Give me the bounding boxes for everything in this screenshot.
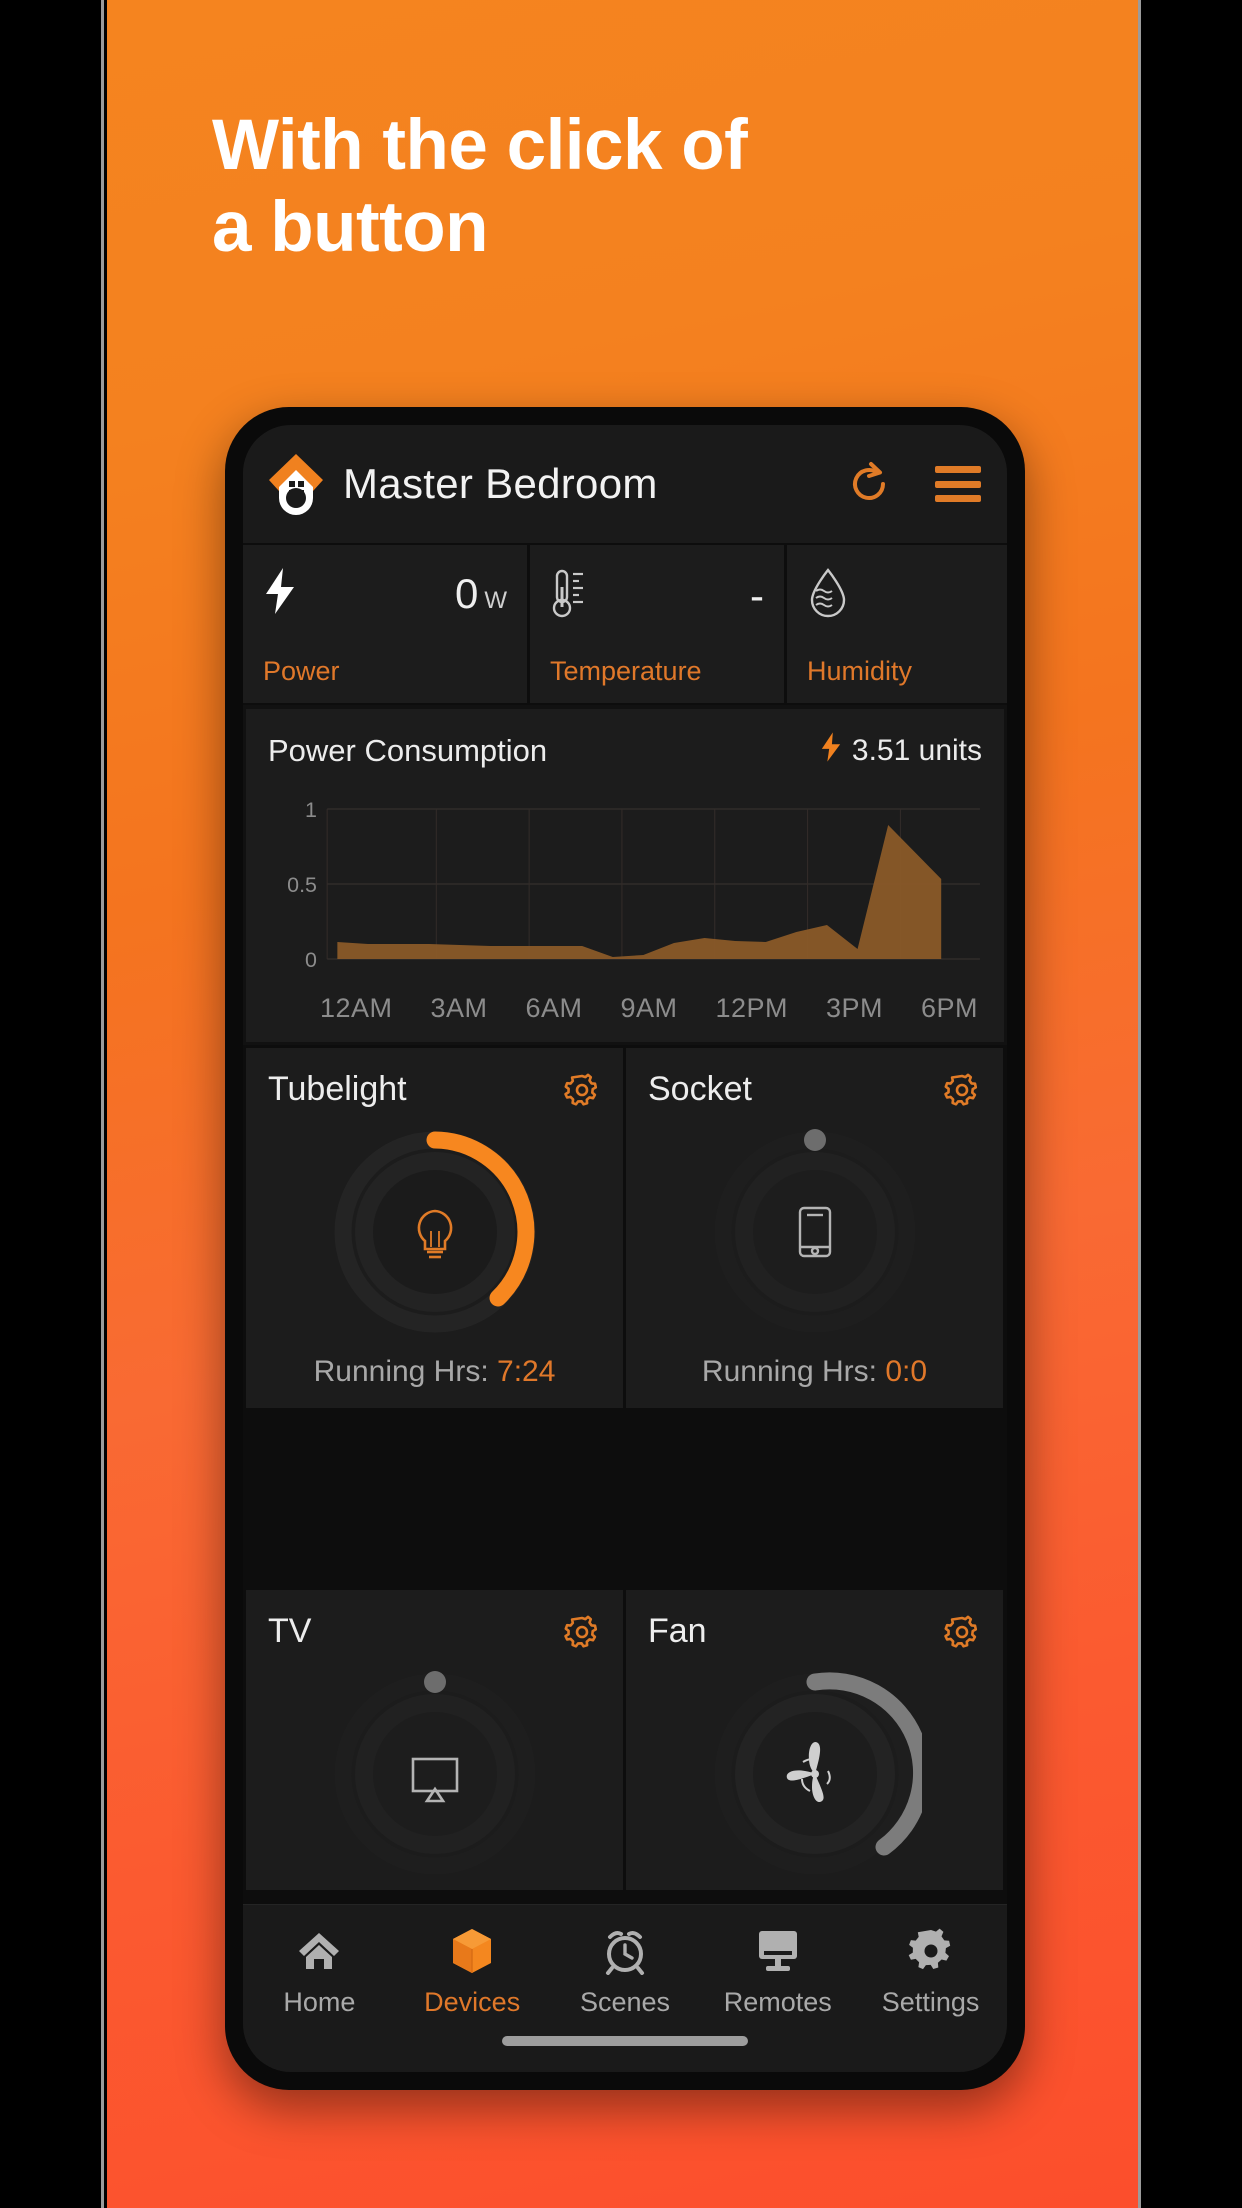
chart-units-value: 3.51 units — [851, 734, 982, 767]
monitor-icon — [754, 1925, 802, 1977]
nav-item-remotes[interactable]: Remotes — [701, 1925, 854, 2018]
x-tick: 9AM — [620, 993, 678, 1023]
page-title: Master Bedroom — [343, 460, 658, 507]
stat-label-power: Power — [263, 656, 340, 686]
x-tick: 6AM — [525, 993, 583, 1023]
nav-label: Devices — [424, 1987, 521, 2017]
power-consumption-card: Power Consumption 3.51 units 1 0.5 0 12A… — [246, 709, 1004, 1042]
device-name: Fan — [648, 1612, 707, 1650]
headline-line-1: With the click of — [212, 106, 748, 185]
power-consumption-chart: 1 0.5 0 — [268, 797, 982, 987]
nav-label: Scenes — [579, 1987, 671, 2017]
letterbox-right — [1138, 0, 1242, 2208]
stat-card-humidity[interactable]: Humidity — [787, 545, 1007, 703]
chart-title: Power Consumption — [268, 733, 548, 768]
x-tick: 3PM — [825, 993, 883, 1023]
page-title: With the click of a button — [212, 105, 1032, 270]
x-tick: 12AM — [320, 993, 393, 1023]
stat-value-temperature: - — [750, 571, 764, 619]
device-card-tubelight[interactable]: Tubelight Running Hrs: 7:24 — [246, 1048, 623, 1408]
nav-label: Home — [283, 1987, 356, 2017]
device-name: Socket — [648, 1070, 752, 1108]
chart-header: Power Consumption 3.51 units — [268, 731, 982, 771]
nav-item-home[interactable]: Home — [243, 1925, 396, 2018]
dial-handle — [803, 1129, 826, 1151]
svg-text:0: 0 — [305, 949, 317, 972]
device-dial-socket[interactable] — [708, 1125, 922, 1339]
running-hours-value: 0:0 — [885, 1355, 928, 1388]
device-dial-tv[interactable] — [328, 1667, 542, 1881]
running-hours-socket: Running Hrs: 0:0 — [702, 1355, 927, 1389]
letterbox-left — [0, 0, 104, 2208]
promo-panel: With the click of a button Master Bedroo… — [107, 0, 1138, 2208]
device-dial-fan[interactable] — [708, 1667, 922, 1881]
stat-card-power[interactable]: 0W Power — [243, 545, 527, 703]
home-indicator[interactable] — [502, 2036, 748, 2046]
x-tick: 6PM — [920, 993, 978, 1023]
lightning-bolt-icon — [263, 567, 297, 620]
nav-label: Remotes — [723, 1987, 832, 2017]
dial-handle — [423, 1671, 446, 1693]
running-hours-label: Running Hrs: — [701, 1355, 886, 1388]
chart-x-axis: 12AM 3AM 6AM 9AM 12PM 3PM 6PM — [268, 993, 982, 1024]
svg-text:1: 1 — [305, 799, 317, 822]
chart-total-units: 3.51 units — [820, 731, 982, 771]
refresh-icon[interactable] — [845, 460, 893, 508]
nav-label: Settings — [881, 1987, 980, 2017]
bottom-navigation: Home Devices Scenes Remotes Settings — [243, 1904, 1007, 2072]
svg-text:0.5: 0.5 — [287, 874, 317, 897]
app-header: Master Bedroom — [243, 425, 1007, 543]
hamburger-menu-icon[interactable] — [935, 466, 981, 502]
stats-strip: 0W Power - Temperature Humidity — [243, 543, 1007, 705]
home-icon — [296, 1925, 342, 1977]
phone-screen: Master Bedroom 0 W Power - Temperature H… — [243, 425, 1007, 2072]
gear-icon[interactable] — [943, 1071, 981, 1109]
lightning-bolt-icon — [820, 731, 842, 771]
gear-icon[interactable] — [943, 1613, 981, 1651]
gear-icon[interactable] — [563, 1613, 601, 1651]
device-name: TV — [268, 1612, 312, 1650]
gear-icon — [908, 1925, 954, 1977]
device-name: Tubelight — [268, 1070, 407, 1108]
running-hours-label: Running Hrs: — [313, 1355, 498, 1388]
thermometer-icon — [550, 567, 590, 624]
nav-item-settings[interactable]: Settings — [854, 1925, 1007, 2018]
nav-item-scenes[interactable]: Scenes — [549, 1925, 702, 2018]
home-brand-logo-icon — [265, 450, 327, 518]
device-card-tv[interactable]: TV — [246, 1590, 623, 1890]
chart-area-series — [337, 825, 942, 959]
chart-svg: 1 0.5 0 — [287, 799, 980, 972]
running-hours-tubelight: Running Hrs: 7:24 — [314, 1355, 556, 1389]
water-drop-icon — [807, 567, 849, 624]
device-dial-tubelight[interactable] — [328, 1125, 542, 1339]
running-hours-value: 7:24 — [497, 1355, 556, 1388]
device-card-socket[interactable]: Socket Running Hrs: 0:0 — [626, 1048, 1003, 1408]
stat-card-temperature[interactable]: - Temperature — [530, 545, 784, 703]
device-card-fan[interactable]: Fan — [626, 1590, 1003, 1890]
x-tick: 3AM — [430, 993, 488, 1023]
stat-label-temperature: Temperature — [550, 656, 702, 686]
screenshot-stage: With the click of a button Master Bedroo… — [0, 0, 1242, 2208]
cube-box-icon — [450, 1925, 494, 1977]
headline-line-2: a button — [212, 188, 488, 268]
phone-device-frame: Master Bedroom 0 W Power - Temperature H… — [225, 407, 1025, 2090]
stat-label-humidity: Humidity — [807, 656, 913, 686]
x-tick: 12PM — [715, 993, 788, 1023]
nav-item-devices[interactable]: Devices — [396, 1925, 549, 2018]
stat-value-power: 0W — [454, 569, 507, 617]
alarm-clock-icon — [602, 1925, 648, 1977]
gear-icon[interactable] — [563, 1071, 601, 1109]
